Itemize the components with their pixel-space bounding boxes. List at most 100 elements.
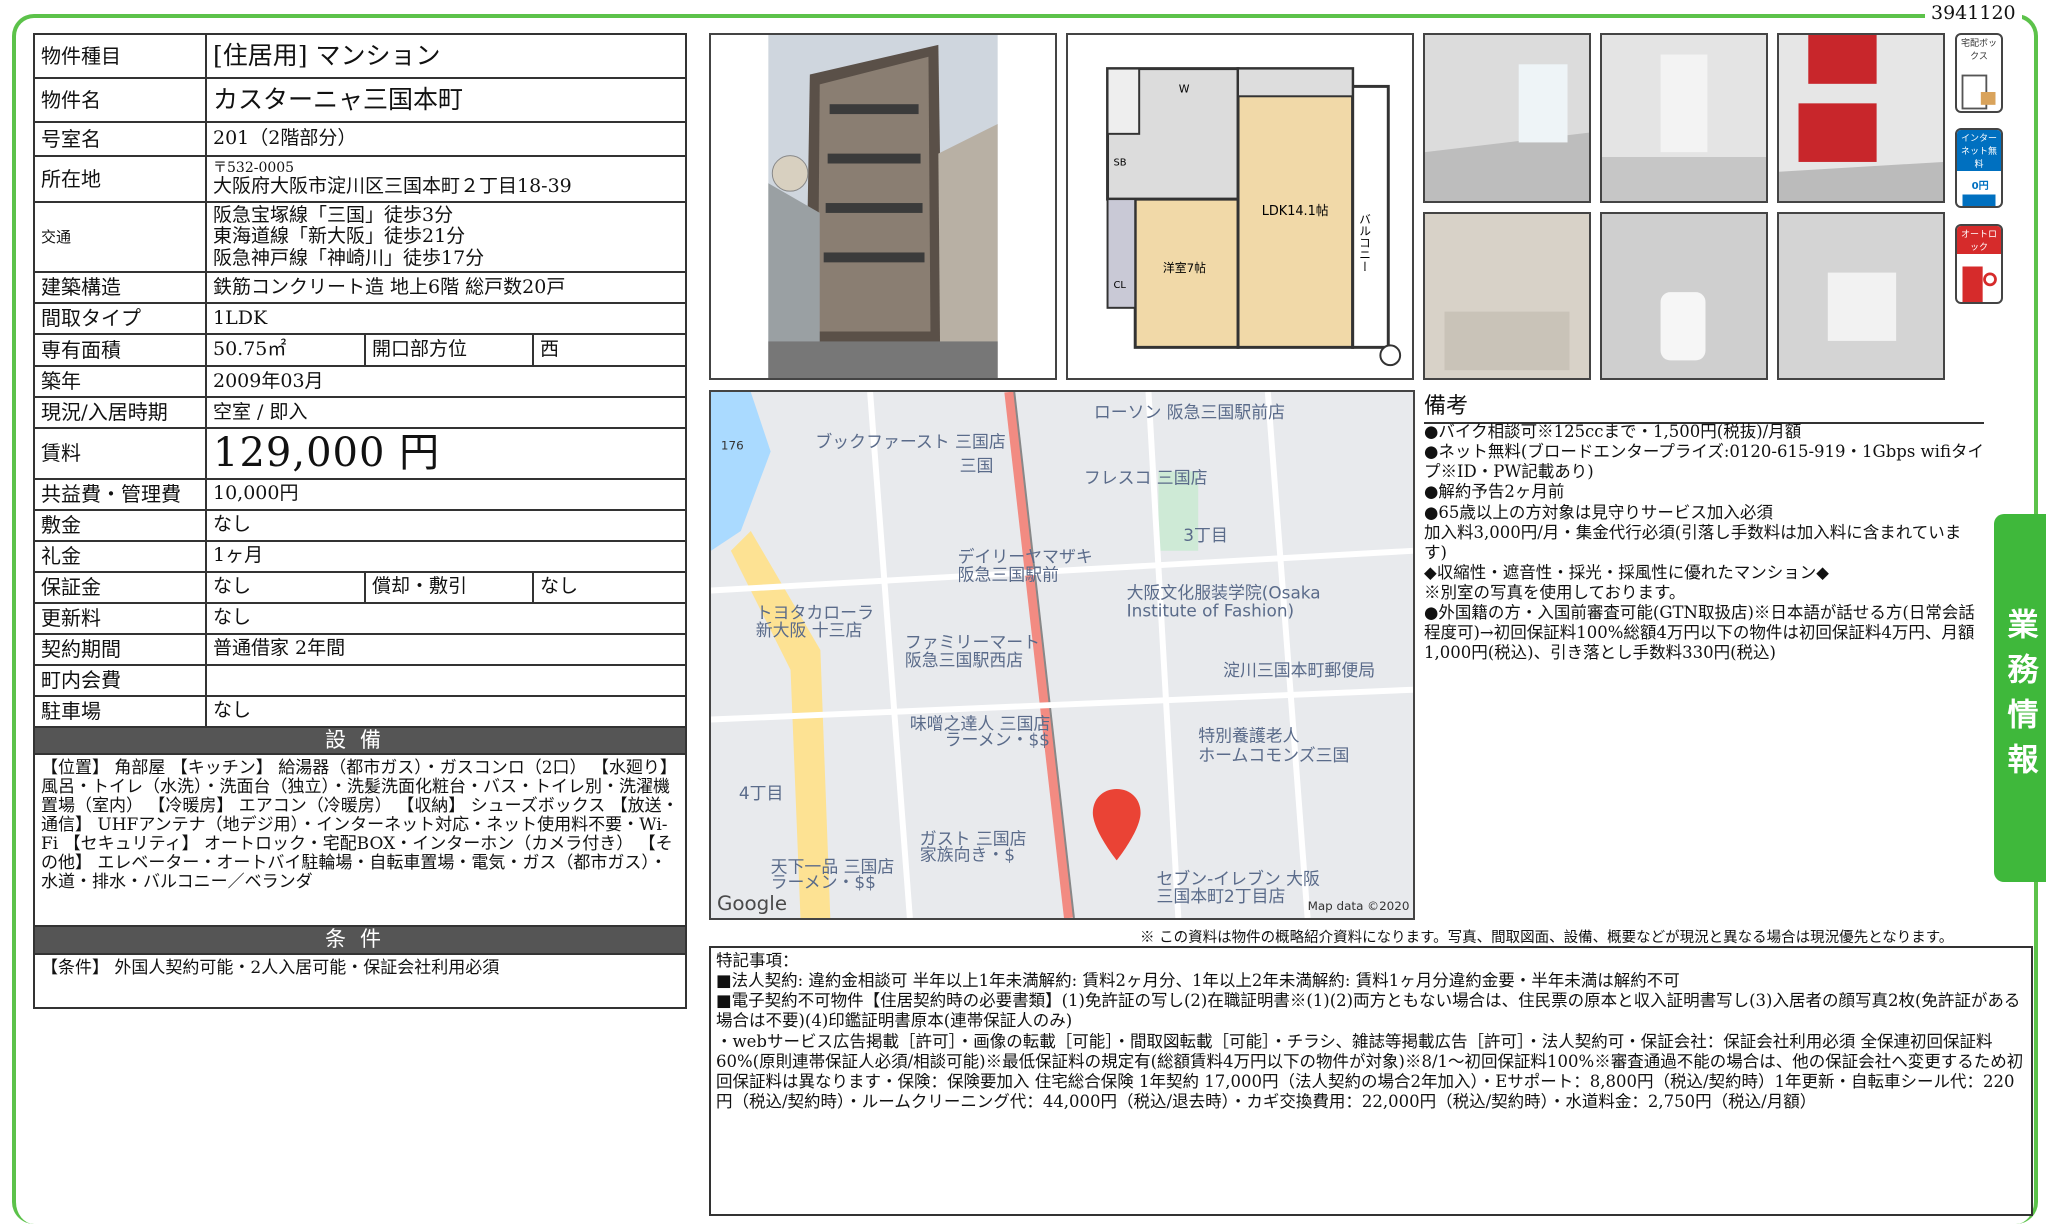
delivery-box-label: 宅配ボックス [1960,39,1997,62]
special-line: ・webサービス広告掲載［許可］・画像の転載［可能］・間取図転載［可能］・チラシ… [716,1031,2024,1111]
internet-badge: インターネット無料 0円 [1955,128,2003,208]
fee-label: 共益費・管理費 [33,477,207,511]
map-label: ホームコモンズ三国 [1198,745,1349,765]
address-label: 所在地 [33,155,207,203]
layout-label: 間取タイプ [33,301,207,335]
conditions-text: 【条件】 外国人契約可能・2人入居可能・保証会社利用必須 [33,952,687,1009]
map-label: 三国本町2丁目店 [1156,886,1285,906]
rent-value: 129,000 円 [205,426,687,480]
autolock-badge: オートロック [1955,224,2003,304]
transit-line: 阪急宝塚線「三国」徒歩3分 [213,204,454,226]
structure-label: 建築構造 [33,270,207,304]
assoc-value [205,663,687,697]
address-value: 大阪府大阪市淀川区三国本町２丁目18-39 [213,175,572,198]
amort-label: 償却・敷引 [364,570,534,604]
interior-photo-2 [1600,33,1768,203]
map-label: 新大阪 十三店 [756,620,863,640]
internet-price: 0円 [1972,180,1989,192]
map-label: ブックファースト 三国店 [815,432,1005,452]
remarks-list: ●バイク相談可※125ccまで・1,500円(税抜)/月額 ●ネット無料(ブロー… [1424,422,1984,664]
parking-value: なし [205,694,687,728]
contract-value: 普通借家 2年間 [205,632,687,666]
interior-photo-1 [1423,33,1591,203]
special-title: 特記事項： [716,951,799,970]
type-value: [住居用] マンション [205,33,687,79]
status-label: 現況/入居時期 [33,395,207,429]
map-label: Google [717,892,787,915]
lock-icon [1962,266,1997,302]
special-line: ■電子契約不可物件【住居契約時の必要書類】(1)免許証の写し(2)在職証明書※(… [716,991,2021,1031]
delivery-box-badge: 宅配ボックス [1955,33,2003,113]
map-label: 阪急三国駅西店 [905,650,1023,670]
floor-plan: W SB CL LDK14.1帖 洋室7帖 バルコニー [1066,33,1414,380]
special-notes: 特記事項： ■法人契約: 違約金相談可 半年以上1年未満解約: 賃料2ヶ月分、1… [709,946,2033,1216]
interior-photo-4 [1423,212,1591,380]
deposit-value: なし [205,508,687,542]
structure-value: 鉄筋コンクリート造 地上6階 総戸数20戸 [205,270,687,304]
amort-value: なし [532,570,687,604]
map-label: 176 [721,439,744,453]
package-icon [1961,74,1996,110]
business-info-tab[interactable]: 業務情報 [1994,514,2046,882]
map-label: 4丁目 [739,783,784,803]
map-label: 家族向き・$ [920,844,1015,864]
fp-balcony: バルコニー [1358,213,1372,272]
remark-line: ●解約予告2ヶ月前 [1424,482,1565,502]
conditions-title: 条件 [33,925,687,955]
area-value: 50.75㎡ [205,332,366,367]
map-label: 三国 [960,455,994,475]
document-id: 3941120 [1925,2,2022,24]
built-label: 築年 [33,364,207,398]
remark-line: ◆収縮性・遮音性・採光・採風性に優れたマンション◆ [1424,562,1829,582]
map-label: Institute of Fashion) [1127,600,1295,620]
remark-line: ●外国籍の方・入国前審査可能(GTN取扱店)※日本語が話せる方(日常会話程度可)… [1424,603,1975,663]
transit-cell: 阪急宝塚線「三国」徒歩3分 東海道線「新大阪」徒歩21分 阪急神戸線「神崎川」徒歩1… [205,201,687,273]
internet-icon: 0円 [1962,180,1996,206]
map-label: 阪急三国駅前 [958,565,1059,585]
disclaimer-note: ※ この資料は物件の概略紹介資料になります。写真、間取図面、設備、概要などが現況… [1140,930,1954,946]
fp-room: 洋室7帖 [1163,261,1206,275]
interior-photo-3 [1777,33,1945,203]
keymoney-label: 礼金 [33,539,207,573]
autolock-label: オートロック [1957,226,2001,254]
remark-line: ●65歳以上の方対象は見守りサービス加入必須 [1424,502,1773,522]
fee-value: 10,000円 [205,477,687,511]
keymoney-value: 1ヶ月 [205,539,687,573]
map-label: フレスコ 三国店 [1084,467,1208,487]
map-label: ラーメン・$$ [945,729,1050,749]
room-label: 号室名 [33,121,207,157]
remark-line: 加入料3,000円/月・集金代行必須(引落し手数料は加入料に含まれています) [1424,522,1962,562]
building-photo [709,33,1057,380]
special-line: ■法人契約: 違約金相談可 半年以上1年未満解約: 賃料2ヶ月分、1年以上2年未… [716,971,1680,991]
map-label: 3丁目 [1183,525,1228,545]
fp-cl: CL [1113,280,1126,291]
parking-label: 駐車場 [33,694,207,728]
map-label: ラーメン・$$ [771,872,876,892]
built-value: 2009年03月 [205,364,687,398]
contract-label: 契約期間 [33,632,207,666]
location-map: ローソン 阪急三国駅前店 ブックファースト 三国店 三国 フレスコ 三国店 3丁目 デイリ… [709,390,1415,920]
fp-w: W [1179,82,1190,95]
transit-line: 東海道線「新大阪」徒歩21分 [213,225,466,248]
status-value: 空室 / 即入 [205,395,687,429]
transit-line: 阪急神戸線「神崎川」徒歩17分 [213,246,485,269]
direction-value: 西 [532,332,687,367]
guarantee-label: 保証金 [33,570,207,604]
assoc-label: 町内会費 [33,663,207,697]
rent-label: 賃料 [33,426,207,480]
map-label: 特別養護老人 [1198,725,1299,745]
type-label: 物件種目 [33,33,207,79]
interior-photo-5 [1600,212,1768,380]
remark-line: ※別室の写真を使用しております。 [1424,583,1686,602]
fp-sb: SB [1113,157,1126,168]
internet-label: インターネット無料 [1957,130,2001,171]
renew-label: 更新料 [33,601,207,635]
deposit-label: 敷金 [33,508,207,542]
remarks-title: 備考 [1424,388,1984,424]
property-table: 物件種目 [住居用] マンション 物件名 カスターニャ三国本町 号室名 201（2階部… [33,33,687,1009]
map-label: 淀川三国本町郵便局 [1223,660,1375,680]
layout-value: 1LDK [205,301,687,335]
area-label: 専有面積 [33,332,207,367]
interior-photo-6 [1777,212,1945,380]
transit-label: 交通 [33,201,207,273]
